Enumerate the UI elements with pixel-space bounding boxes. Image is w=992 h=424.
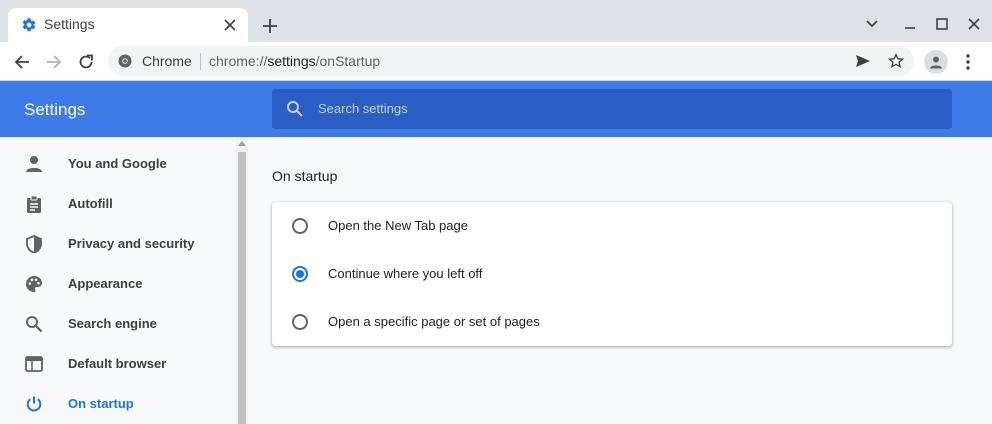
address-bar[interactable]: Chrome chrome://settings/onStartup — [108, 46, 914, 76]
sidebar-item-on-startup[interactable]: On startup — [0, 384, 236, 424]
browser-toolbar: Chrome chrome://settings/onStartup — [0, 42, 992, 81]
sidebar-item-you-and-google[interactable]: You and Google — [0, 144, 236, 184]
page-title: Settings — [24, 100, 86, 119]
chrome-icon — [118, 54, 132, 68]
close-window-button[interactable] — [962, 12, 986, 36]
profile-avatar-icon[interactable] — [924, 50, 948, 74]
reload-icon[interactable] — [74, 50, 98, 74]
radio-option-continue[interactable]: Continue where you left off — [272, 250, 952, 298]
settings-sidebar: You and Google Autofill Privacy and secu… — [0, 137, 236, 424]
url-host: settings — [267, 53, 316, 69]
radio-button-selected[interactable] — [292, 266, 308, 282]
radio-label: Continue where you left off — [328, 266, 483, 281]
tab-title: Settings — [44, 16, 95, 32]
section-title: On startup — [272, 168, 338, 184]
settings-header: Settings Search settings — [0, 81, 992, 137]
sidebar-item-label: Autofill — [68, 196, 113, 211]
radio-option-specific-pages[interactable]: Open a specific page or set of pages — [272, 298, 952, 346]
sidebar-item-autofill[interactable]: Autofill — [0, 184, 236, 224]
radio-button[interactable] — [292, 218, 308, 234]
startup-options-card: Open the New Tab page Continue where you… — [272, 202, 952, 346]
person-icon — [24, 154, 44, 174]
close-icon[interactable] — [220, 15, 240, 35]
sidebar-item-label: You and Google — [68, 156, 167, 171]
url-text[interactable]: chrome://settings/onStartup — [209, 53, 380, 69]
new-tab-button[interactable] — [258, 14, 282, 38]
shield-icon — [24, 234, 44, 254]
palette-icon — [24, 274, 44, 294]
sidebar-item-label: Appearance — [68, 276, 143, 291]
sidebar-item-appearance[interactable]: Appearance — [0, 264, 236, 304]
power-icon — [24, 394, 44, 414]
site-chip-label: Chrome — [142, 53, 192, 69]
clipboard-icon — [24, 194, 44, 214]
tab-search-chevron-icon[interactable] — [860, 12, 884, 36]
forward-arrow-icon[interactable] — [42, 50, 66, 74]
send-icon[interactable] — [852, 50, 874, 72]
search-input[interactable]: Search settings — [272, 89, 952, 129]
url-path: /onStartup — [315, 53, 381, 69]
search-placeholder: Search settings — [318, 101, 408, 116]
minimize-button[interactable] — [898, 12, 922, 36]
sidebar-item-search-engine[interactable]: Search engine — [0, 304, 236, 344]
sidebar-item-label: Search engine — [68, 316, 157, 331]
browser-window-icon — [24, 354, 44, 374]
star-icon[interactable] — [885, 50, 907, 72]
radio-label: Open a specific page or set of pages — [328, 314, 540, 329]
radio-option-new-tab[interactable]: Open the New Tab page — [272, 202, 952, 250]
kebab-menu-icon[interactable] — [958, 50, 978, 74]
sidebar-item-default-browser[interactable]: Default browser — [0, 344, 236, 384]
back-arrow-icon[interactable] — [10, 50, 34, 74]
radio-label: Open the New Tab page — [328, 218, 468, 233]
maximize-button[interactable] — [930, 12, 954, 36]
settings-tab[interactable]: Settings — [8, 8, 248, 42]
sidebar-item-privacy-and-security[interactable]: Privacy and security — [0, 224, 236, 264]
divider — [200, 53, 201, 70]
radio-button[interactable] — [292, 314, 308, 330]
scrollbar-thumb[interactable] — [238, 152, 246, 424]
sidebar-item-label: On startup — [68, 396, 134, 411]
sidebar-item-label: Default browser — [68, 356, 167, 371]
search-icon — [287, 101, 303, 117]
scroll-up-arrow-icon[interactable] — [238, 141, 246, 146]
url-scheme: chrome:// — [209, 53, 268, 69]
title-bar: Settings — [0, 0, 992, 42]
sidebar-item-label: Privacy and security — [68, 236, 195, 251]
main-content: On startup Open the New Tab page Continu… — [248, 137, 992, 424]
search-icon — [24, 314, 44, 334]
gear-icon — [22, 18, 36, 32]
